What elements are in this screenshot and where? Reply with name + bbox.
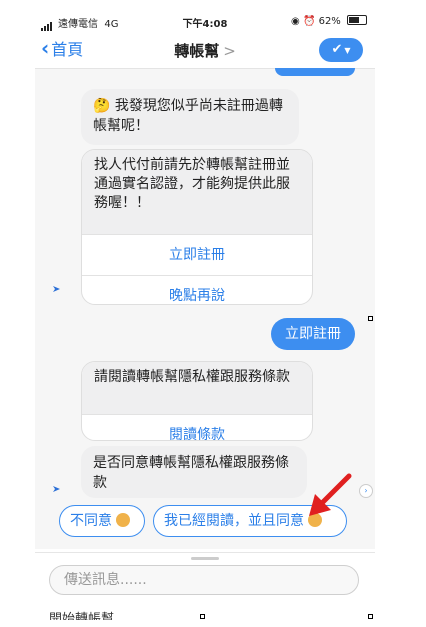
nav-bar: ‹ 首頁 轉帳幫 > ✔ ▼	[35, 32, 375, 69]
person-no-gesture-icon	[116, 513, 130, 527]
bot-avatar-icon	[53, 286, 60, 292]
battery-fill	[349, 17, 359, 23]
user-reply-register: 立即註冊	[271, 318, 355, 350]
later-button[interactable]: 晚點再說	[82, 275, 312, 304]
bot-card-register: 找人代付前請先於轉帳幫註冊並通過實名認證，才能夠提供此服務喔！！ 立即註冊 晚點…	[81, 149, 313, 305]
check-dropdown-button[interactable]: ✔ ▼	[319, 38, 363, 62]
register-now-button[interactable]: 立即註冊	[82, 234, 312, 275]
page-title-text: 轉帳幫	[174, 42, 220, 60]
message-input[interactable]: 傳送訊息......	[49, 565, 359, 595]
battery-icon	[347, 15, 367, 25]
composer-divider	[35, 552, 375, 553]
previous-message-edge	[275, 68, 355, 76]
phone-screen: 遠傳電信 4G 下午4:08 ◉ ⏰ 62% ‹ 首頁 轉帳幫 > ✔ ▼ 🤔 我發現…	[35, 10, 375, 620]
check-icon: ✔	[331, 42, 343, 57]
status-right-group: ◉ ⏰ 62%	[291, 15, 367, 27]
rotation-lock-icon: ◉	[291, 16, 300, 27]
footer-menu-label[interactable]: 開始轉帳幫	[49, 610, 114, 620]
disagree-label: 不同意	[70, 513, 112, 529]
selection-handle-right[interactable]	[368, 316, 373, 321]
scroll-right-icon[interactable]: ›	[359, 484, 373, 498]
bot-message-register-check: 🤔 我發現您似乎尚未註冊過轉帳幫呢！	[81, 89, 299, 145]
chevron-right-icon: >	[223, 42, 236, 60]
red-arrow-annotation-icon	[309, 473, 352, 516]
agree-label: 我已經閱讀，並且同意	[164, 513, 304, 529]
chevron-down-icon: ▼	[344, 46, 351, 55]
bot-avatar-icon-2	[53, 486, 60, 492]
battery-percent: 62%	[318, 16, 341, 27]
selection-handle-corner[interactable]	[368, 614, 373, 619]
bot-card-terms: 請閱讀轉帳幫隱私權跟服務條款 閱讀條款	[81, 361, 313, 441]
read-terms-button[interactable]: 閱讀條款	[82, 414, 312, 440]
bot-message-agree-question: 是否同意轉帳幫隱私權跟服務條款	[81, 446, 307, 498]
sheet-grabber[interactable]	[191, 557, 219, 560]
selection-handle-bottom[interactable]	[200, 614, 205, 619]
bot-card-register-text: 找人代付前請先於轉帳幫註冊並通過實名認證，才能夠提供此服務喔！！	[82, 150, 312, 234]
alarm-icon: ⏰	[302, 16, 316, 27]
status-bar: 遠傳電信 4G 下午4:08 ◉ ⏰ 62%	[35, 10, 375, 32]
disagree-button[interactable]: 不同意	[59, 505, 145, 537]
bot-card-terms-text: 請閱讀轉帳幫隱私權跟服務條款	[82, 362, 312, 414]
